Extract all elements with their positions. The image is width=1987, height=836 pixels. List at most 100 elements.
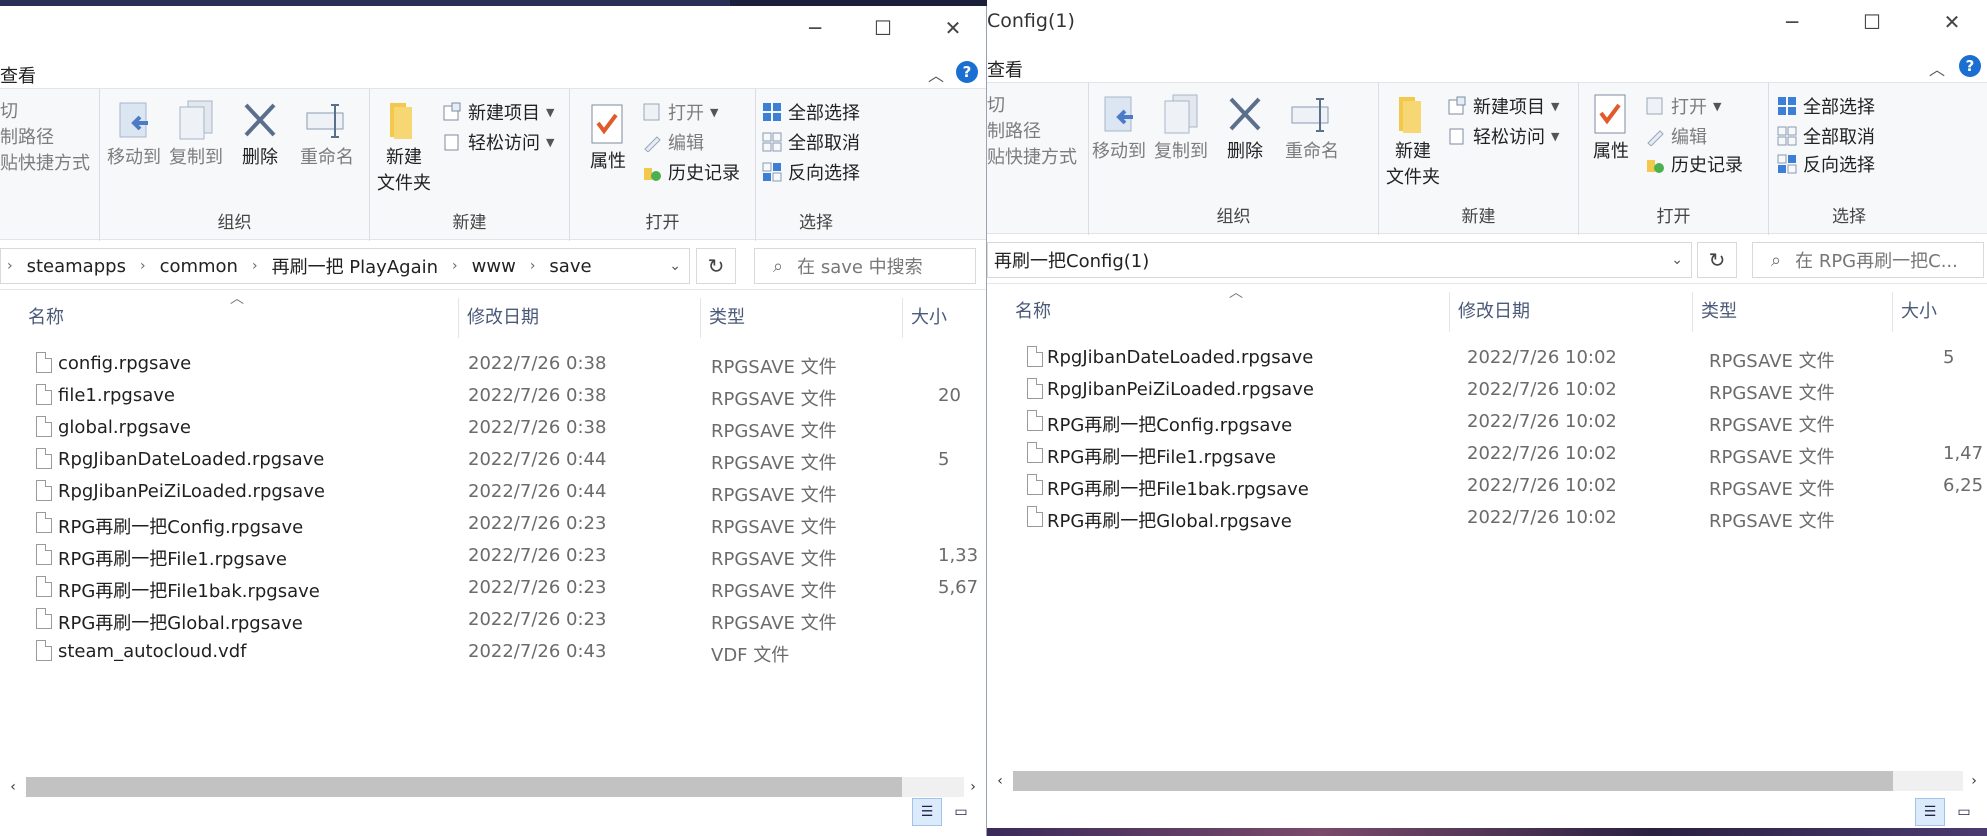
column-type[interactable]: 类型 (700, 298, 902, 338)
cut-button[interactable]: 切 (987, 91, 1005, 117)
file-type: RPGSAVE 文件 (711, 517, 837, 538)
cut-button[interactable]: 切 (0, 97, 18, 123)
search-input[interactable]: ⌕ 在 save 中搜索 (754, 248, 976, 284)
file-row[interactable]: RPG再刷一把Config.rpgsave 2022/7/26 10:02 RPGS… (987, 406, 1987, 438)
copy-to-button[interactable]: 复制到 (1151, 93, 1211, 163)
address-bar[interactable]: 再刷一把Config(1) ⌄ (987, 242, 1692, 278)
column-date[interactable]: 修改日期 (458, 298, 700, 338)
address-dropdown-icon[interactable]: ⌄ (669, 258, 681, 274)
new-folder-button[interactable]: 新建 文件夹 (1385, 93, 1441, 188)
collapse-ribbon-icon[interactable]: ︿ (1929, 56, 1945, 80)
refresh-button[interactable]: ↻ (1697, 242, 1737, 278)
select-all-button[interactable]: 全部选择 (762, 99, 860, 125)
edit-button[interactable]: 编辑 (1645, 123, 1707, 149)
column-size[interactable]: 大小 (902, 298, 986, 338)
copy-path-button[interactable]: 制路径 (0, 123, 54, 149)
help-icon[interactable]: ? (956, 61, 978, 83)
file-row[interactable]: RPG再刷一把Config.rpgsave 2022/7/26 0:23 RPGSA… (0, 508, 986, 540)
file-row[interactable]: RPG再刷一把File1.rpgsave 2022/7/26 0:23 RPGSAV… (0, 540, 986, 572)
select-all-button[interactable]: 全部选择 (1777, 93, 1875, 119)
file-row[interactable]: RPG再刷一把File1bak.rpgsave 2022/7/26 0:23 RPG… (0, 572, 986, 604)
new-folder-button[interactable]: 新建 文件夹 (376, 99, 432, 194)
file-row[interactable]: steam_autocloud.vdf 2022/7/26 0:43 VDF 文件 (0, 636, 986, 668)
invert-selection-button[interactable]: 反向选择 (762, 159, 860, 185)
new-item-button[interactable]: 新建项目 ▼ (442, 99, 554, 125)
large-icons-view-icon[interactable]: ▭ (946, 798, 976, 826)
horizontal-scrollbar[interactable]: ‹ › (987, 768, 1987, 794)
details-view-icon[interactable]: ☰ (912, 798, 942, 826)
scroll-right-icon[interactable]: › (1963, 768, 1985, 794)
tab-view[interactable]: 查看 (0, 62, 36, 88)
file-row[interactable]: RpgJibanPeiZiLoaded.rpgsave 2022/7/26 10:… (987, 374, 1987, 406)
column-name[interactable]: 名称 (20, 298, 458, 338)
rename-button[interactable]: 重命名 (292, 99, 362, 169)
paste-shortcut-button[interactable]: 贴快捷方式 (987, 143, 1077, 169)
copy-to-button[interactable]: 复制到 (166, 99, 226, 169)
file-row[interactable]: RpgJibanDateLoaded.rpgsave 2022/7/26 10:0… (987, 342, 1987, 374)
delete-button[interactable]: 删除 (1217, 93, 1273, 163)
address-dropdown-icon[interactable]: ⌄ (1671, 252, 1683, 268)
properties-button[interactable]: 属性 (1587, 93, 1635, 163)
invert-selection-button[interactable]: 反向选择 (1777, 151, 1875, 177)
breadcrumb-item[interactable]: 再刷一把Config(1) (994, 247, 1149, 273)
edit-button[interactable]: 编辑 (642, 129, 704, 155)
address-bar[interactable]: › steamapps › common › 再刷一把 PlayAgain › … (0, 248, 690, 284)
horizontal-scrollbar[interactable]: ‹ › (0, 774, 986, 800)
refresh-button[interactable]: ↻ (696, 248, 736, 284)
copy-path-button[interactable]: 制路径 (987, 117, 1041, 143)
scroll-thumb[interactable] (1013, 771, 1893, 791)
file-row[interactable]: RPG再刷一把File1bak.rpgsave 2022/7/26 10:02 RP… (987, 470, 1987, 502)
file-row[interactable]: RpgJibanDateLoaded.rpgsave 2022/7/26 0:44… (0, 444, 986, 476)
easy-access-button[interactable]: 轻松访问 ▼ (442, 129, 554, 155)
file-row[interactable]: RpgJibanPeiZiLoaded.rpgsave 2022/7/26 0:4… (0, 476, 986, 508)
scroll-thumb[interactable] (26, 777, 902, 797)
select-none-button[interactable]: 全部取消 (1777, 123, 1875, 149)
easy-access-button[interactable]: 轻松访问 ▼ (1447, 123, 1559, 149)
history-button[interactable]: 历史记录 (1645, 151, 1743, 177)
history-button[interactable]: 历史记录 (642, 159, 740, 185)
minimize-button[interactable]: ─ (1757, 0, 1827, 44)
tab-view[interactable]: 查看 (987, 56, 1023, 82)
rename-button[interactable]: 重命名 (1277, 93, 1347, 163)
new-item-button[interactable]: 新建项目 ▼ (1447, 93, 1559, 119)
close-button[interactable]: ✕ (1917, 0, 1987, 44)
breadcrumb-item[interactable]: steamapps (27, 256, 126, 277)
collapse-ribbon-icon[interactable]: ︿ (928, 62, 944, 86)
breadcrumb-item[interactable]: www (472, 256, 516, 277)
file-name: RpgJibanDateLoaded.rpgsave (1047, 347, 1314, 368)
move-to-button[interactable]: 移动到 (1089, 93, 1149, 163)
file-row[interactable]: config.rpgsave 2022/7/26 0:38 RPGSAVE 文件 (0, 348, 986, 380)
delete-button[interactable]: 删除 (232, 99, 288, 169)
breadcrumb-item[interactable]: save (549, 256, 591, 277)
file-row[interactable]: RPG再刷一把File1.rpgsave 2022/7/26 10:02 RPGSA… (987, 438, 1987, 470)
file-row[interactable]: file1.rpgsave 2022/7/26 0:38 RPGSAVE 文件 20 (0, 380, 986, 412)
maximize-button[interactable]: ☐ (848, 6, 918, 50)
column-date[interactable]: 修改日期 (1449, 292, 1692, 332)
easy-access-icon (442, 132, 462, 152)
column-size[interactable]: 大小 (1892, 292, 1987, 332)
file-row[interactable]: global.rpgsave 2022/7/26 0:38 RPGSAVE 文件 (0, 412, 986, 444)
column-type[interactable]: 类型 (1692, 292, 1892, 332)
select-none-button[interactable]: 全部取消 (762, 129, 860, 155)
open-button[interactable]: 打开 ▼ (642, 99, 718, 125)
move-to-button[interactable]: 移动到 (104, 99, 164, 169)
file-row[interactable]: RPG再刷一把Global.rpgsave 2022/7/26 10:02 RPGS… (987, 502, 1987, 534)
search-input[interactable]: ⌕ 在 RPG再刷一把C... (1752, 242, 1984, 278)
help-icon[interactable]: ? (1959, 55, 1981, 77)
close-button[interactable]: ✕ (918, 6, 986, 50)
breadcrumb-item[interactable]: 再刷一把 PlayAgain (272, 253, 438, 279)
open-button[interactable]: 打开 ▼ (1645, 93, 1721, 119)
minimize-button[interactable]: ─ (780, 6, 850, 50)
file-row[interactable]: RPG再刷一把Global.rpgsave 2022/7/26 0:23 RPGSA… (0, 604, 986, 636)
large-icons-view-icon[interactable]: ▭ (1949, 798, 1979, 826)
breadcrumb-item[interactable]: common (160, 256, 238, 277)
file-name: RpgJibanPeiZiLoaded.rpgsave (58, 481, 325, 502)
scroll-left-icon[interactable]: ‹ (989, 768, 1011, 794)
maximize-button[interactable]: ☐ (1837, 0, 1907, 44)
properties-button[interactable]: 属性 (584, 103, 632, 173)
scroll-right-icon[interactable]: › (962, 774, 984, 800)
column-name[interactable]: 名称 (1007, 292, 1449, 332)
paste-shortcut-button[interactable]: 贴快捷方式 (0, 149, 90, 175)
details-view-icon[interactable]: ☰ (1915, 798, 1945, 826)
scroll-left-icon[interactable]: ‹ (2, 774, 24, 800)
